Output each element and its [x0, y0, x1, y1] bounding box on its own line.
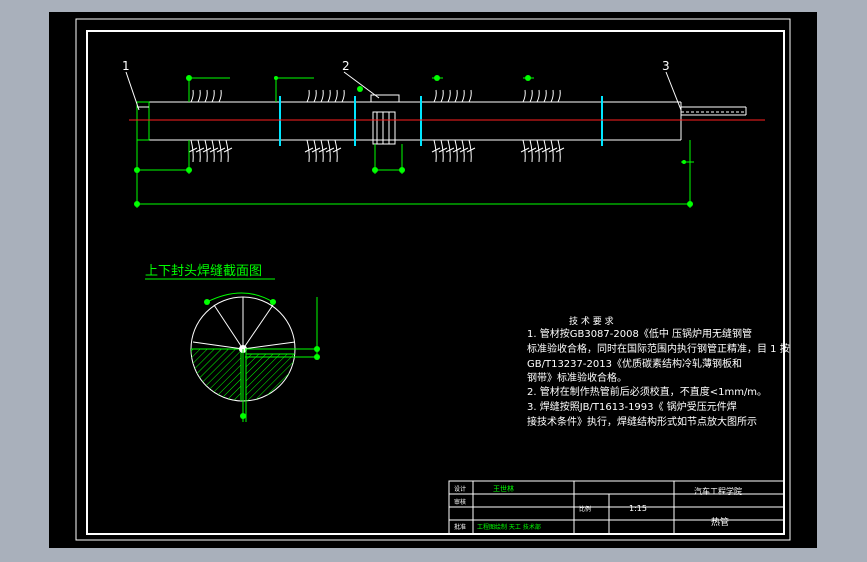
fin-mark: [325, 139, 335, 163]
scale-label: 比例: [579, 505, 591, 513]
title-block-row3-text: 工程图绘制 天工 技术部: [477, 523, 541, 531]
fin-mark: [536, 89, 540, 103]
fin-mark: [202, 139, 212, 163]
fin-mark: [466, 139, 476, 163]
callout-3: 3: [662, 59, 670, 73]
title-block-row-label-3: 批准: [454, 523, 466, 531]
fin-mark: [313, 89, 317, 103]
fin-mark: [452, 139, 462, 163]
heat-pipe-view: [125, 71, 765, 208]
title-block-row-label-2: 审核: [454, 498, 466, 506]
technical-requirements: 技 术 要 求 1. 管材按GB3087-2008《低中 压锅炉用无缝钢管 标准…: [527, 315, 790, 428]
fin-mark: [555, 139, 565, 163]
fin-mark: [332, 139, 342, 163]
fin-mark: [438, 139, 448, 163]
tech-req-title: 技 术 要 求: [569, 315, 614, 327]
tech-req-line-1: 1. 管材按GB3087-2008《低中 压锅炉用无缝钢管: [527, 327, 752, 340]
fin-mark: [304, 139, 314, 163]
fin-mark: [520, 139, 530, 163]
fin-mark: [527, 139, 537, 163]
fin-mark: [318, 139, 328, 163]
fin-mark: [445, 139, 455, 163]
cad-viewport[interactable]: 1 2 3 上下封头焊缝截面图 技 术 要 求 1. 管材按GB3087-200…: [49, 12, 817, 548]
fin-mark: [341, 89, 345, 103]
company-name: 汽车工程学院: [694, 486, 742, 496]
fin-mark: [440, 89, 444, 103]
fin-mark: [209, 139, 219, 163]
fin-mark: [431, 139, 441, 163]
scale-value: 1:15: [629, 504, 647, 513]
drawing-name: 热管: [711, 516, 729, 528]
fin-mark: [541, 139, 551, 163]
tech-req-line-3: GB/T13237-2013《优质碳素结构冷轧薄钢板和: [527, 357, 742, 370]
weld-section-detail: [190, 292, 320, 422]
tech-req-line-7: 接技术条件》执行，焊缝结构形式如节点放大图所示: [527, 415, 757, 428]
fin-mark: [216, 139, 226, 163]
fin-mark: [550, 89, 554, 103]
fin-mark: [461, 89, 465, 103]
fin-mark: [306, 89, 310, 103]
title-block-row-label-1: 设计: [454, 485, 466, 493]
fin-mark: [447, 89, 451, 103]
tech-req-line-4: 钢带》标准验收合格。: [527, 371, 627, 384]
technical-drawing: 1 2 3 上下封头焊缝截面图 技 术 要 求 1. 管材按GB3087-200…: [75, 18, 791, 541]
fin-mark: [320, 89, 324, 103]
fin-mark: [311, 139, 321, 163]
callout-1: 1: [122, 59, 130, 73]
tech-req-line-5: 2. 管材在制作热管前后必须校直，不直度<1mm/m。: [527, 385, 767, 398]
fin-mark: [529, 89, 533, 103]
fin-mark: [543, 89, 547, 103]
fin-mark: [334, 89, 338, 103]
fin-mark: [188, 139, 198, 163]
fin-mark: [459, 139, 469, 163]
fin-mark: [433, 89, 437, 103]
fin-mark: [204, 89, 208, 103]
fin-mark: [211, 89, 215, 103]
tech-req-line-6: 3. 焊缝按照JB/T1613-1993《 锅炉受压元件焊: [527, 400, 737, 413]
designer-name: 王世林: [493, 484, 514, 493]
fin-mark: [195, 139, 205, 163]
fin-mark: [327, 89, 331, 103]
fin-mark: [454, 89, 458, 103]
section-title: 上下封头焊缝截面图: [145, 263, 262, 279]
fin-mark: [534, 139, 544, 163]
fin-mark: [197, 89, 201, 103]
tech-req-line-2: 标准验收合格，同时在国际范围内执行钢管正精准，目 1 按: [527, 342, 790, 355]
fin-mark: [468, 89, 472, 103]
callout-2: 2: [342, 59, 350, 73]
fin-mark: [522, 89, 526, 103]
fin-mark: [218, 89, 222, 103]
fin-mark: [557, 89, 561, 103]
fin-mark: [548, 139, 558, 163]
fin-mark: [223, 139, 233, 163]
fin-mark: [190, 89, 194, 103]
